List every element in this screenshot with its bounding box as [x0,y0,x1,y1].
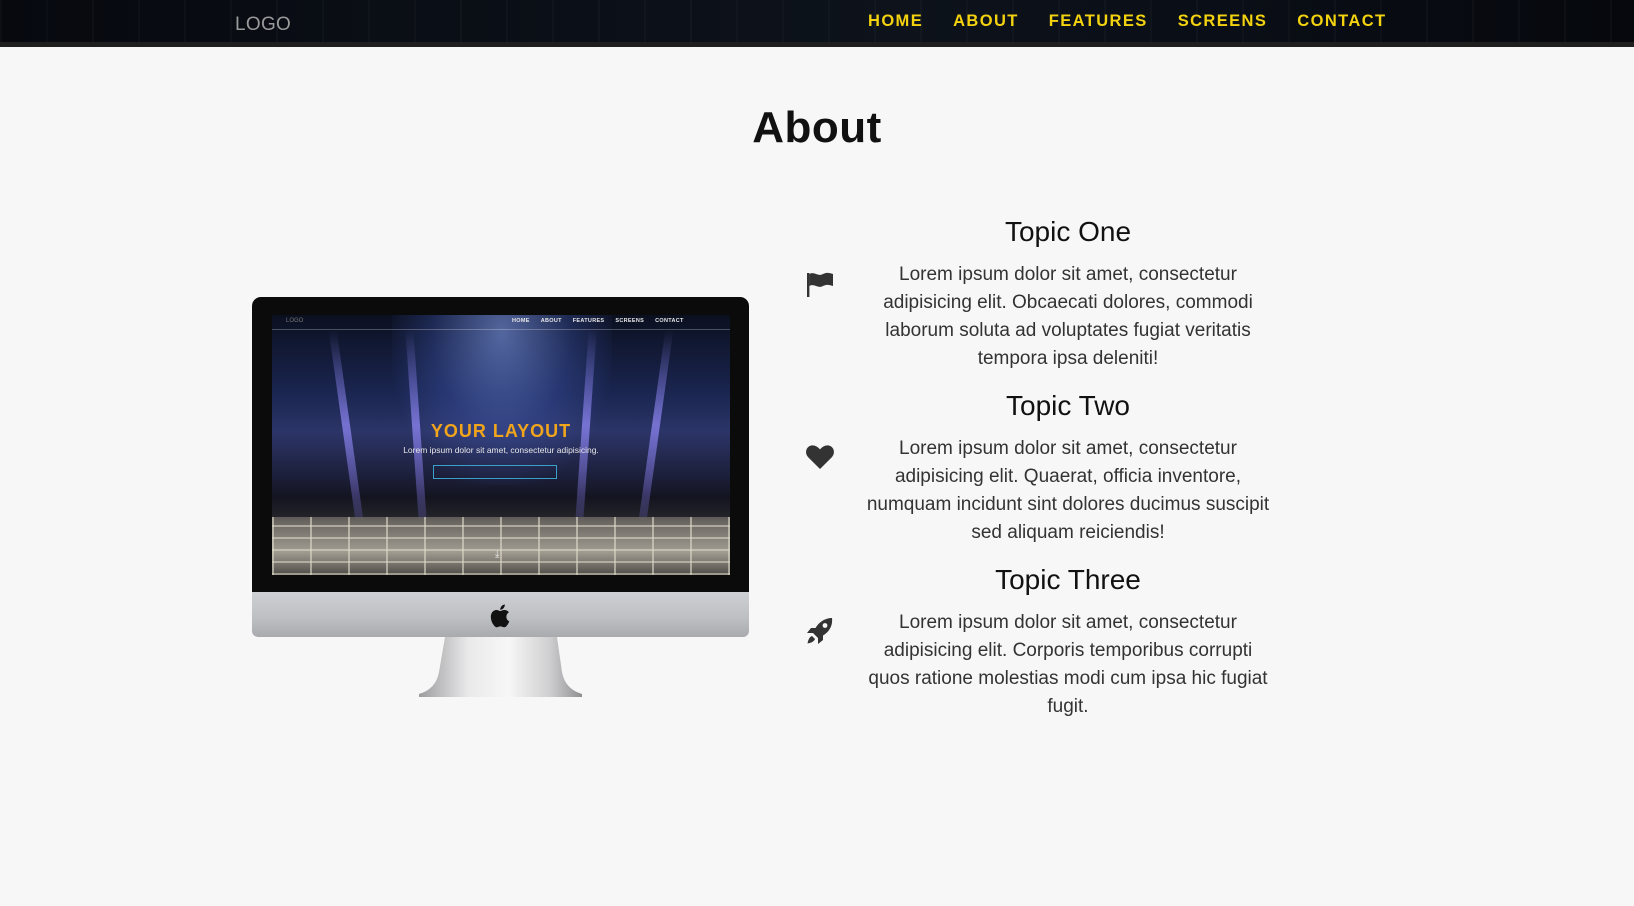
screen-logo: LOGO [286,318,304,324]
topic-title: Topic Three [995,564,1141,595]
top-navbar: LOGO HOME ABOUT FEATURES SCREENS CONTACT [0,0,1634,47]
rocket-icon [807,618,833,644]
arrow-down-icon: ⤓ [495,549,500,560]
nav-link-about[interactable]: ABOUT [953,12,1019,31]
nav-link-screens[interactable]: SCREENS [1178,12,1268,31]
topic-title: Topic Two [1006,390,1130,421]
screen-link-screens: SCREENS [615,318,645,324]
heart-icon [806,445,834,469]
flag-icon [807,272,833,297]
screen-headline: YOUR LAYOUT [430,421,572,441]
imac-screen: LOGO HOME ABOUT FEATURES SCREENS CONTACT… [272,315,730,575]
nav-link-home[interactable]: HOME [868,12,923,31]
imac-stand [419,637,582,697]
nav-link-contact[interactable]: CONTACT [1297,12,1386,31]
screen-navbar: LOGO HOME ABOUT FEATURES SCREENS CONTACT [272,315,730,330]
screen-link-home: HOME [512,318,530,324]
screen-floor [272,517,730,575]
imac-mockup: LOGO HOME ABOUT FEATURES SCREENS CONTACT… [252,297,749,697]
main-nav: HOME ABOUT FEATURES SCREENS CONTACT [868,12,1417,31]
screen-link-features: FEATURES [572,318,605,324]
imac-bezel: LOGO HOME ABOUT FEATURES SCREENS CONTACT… [252,297,749,592]
screen-nav-links: HOME ABOUT FEATURES SCREENS CONTACT [512,318,695,324]
screen-subline: Lorem ipsum dolor sit amet, consectetur … [403,445,599,455]
screen-button [433,465,557,479]
topic-title: Topic One [1004,216,1132,247]
topic-text: Lorem ipsum dolor sit amet, consectetur … [868,612,1268,717]
screen-link-contact: CONTACT [655,318,684,324]
topic-text: Lorem ipsum dolor sit amet, consectetur … [883,264,1253,369]
section-title: About [752,103,882,152]
topic-text: Lorem ipsum dolor sit amet, consectetur … [866,438,1270,543]
nav-link-features[interactable]: FEATURES [1049,12,1148,31]
apple-logo-icon [490,604,510,628]
site-logo[interactable]: LOGO [235,14,291,36]
screen-link-about: ABOUT [540,318,562,324]
